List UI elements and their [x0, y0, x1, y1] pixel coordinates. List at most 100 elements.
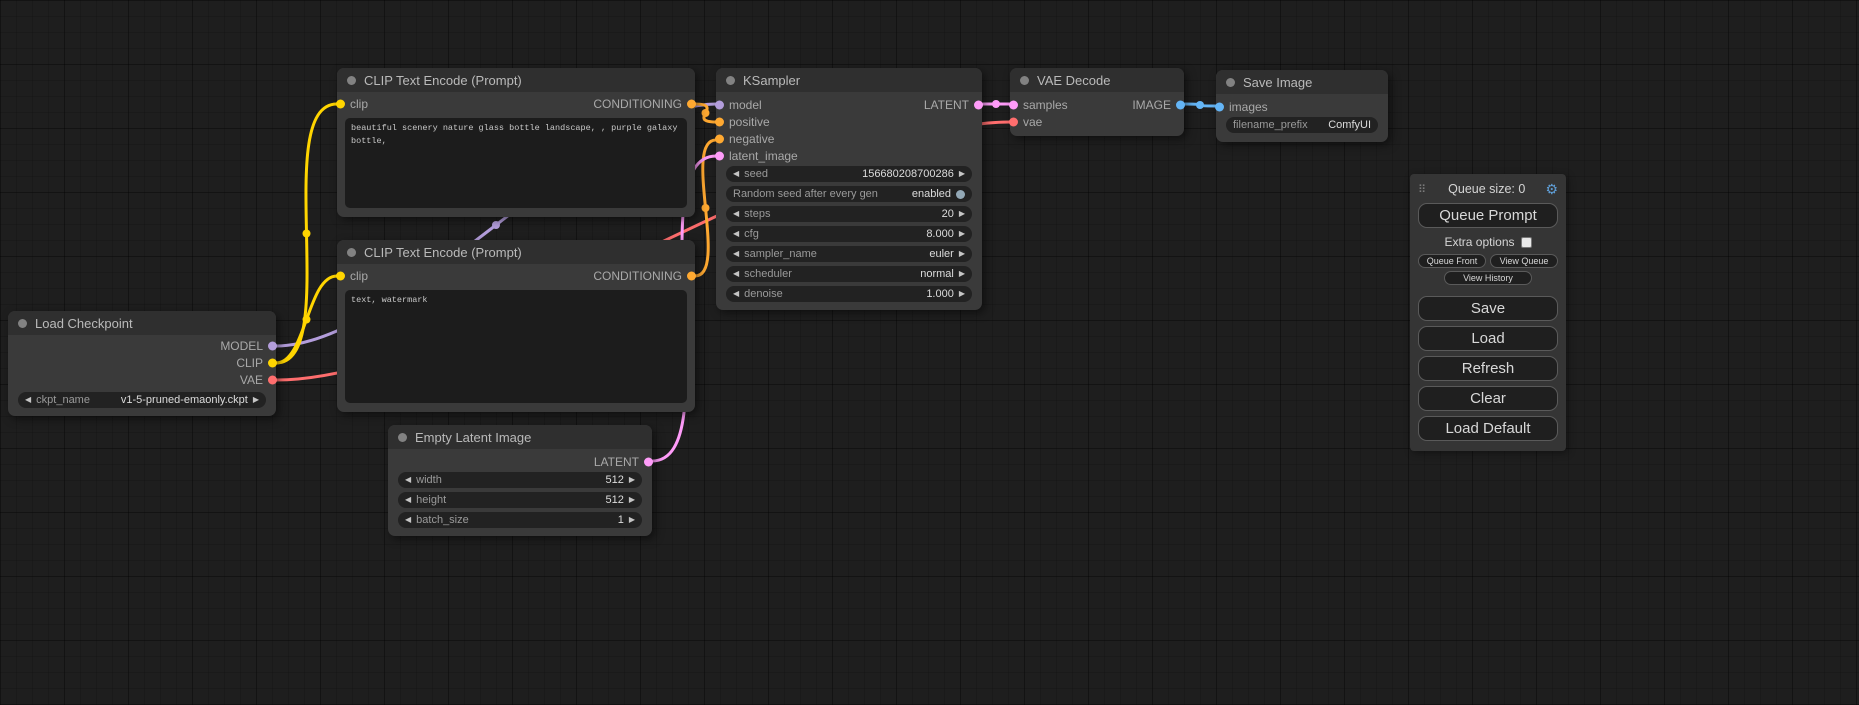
widget-width[interactable]: ◀ width 512 ▶ [398, 472, 642, 488]
collapse-dot-icon[interactable] [347, 248, 356, 257]
input-slot-latent-image[interactable] [715, 151, 724, 160]
node-ksampler[interactable]: KSampler model LATENT positive negative … [716, 68, 982, 310]
input-slot-positive[interactable] [715, 117, 724, 126]
load-default-button[interactable]: Load Default [1418, 416, 1558, 441]
increment-arrow-icon[interactable]: ▶ [629, 516, 635, 524]
widget-cfg[interactable]: ◀ cfg 8.000 ▶ [726, 226, 972, 242]
settings-gear-icon[interactable]: ⚙ [1545, 181, 1558, 198]
input-label-samples: samples [1023, 98, 1068, 112]
input-slot-clip[interactable] [336, 100, 345, 109]
queue-prompt-button[interactable]: Queue Prompt [1418, 203, 1558, 228]
node-titlebar[interactable]: Load Checkpoint [8, 311, 276, 335]
increment-arrow-icon[interactable]: ▶ [959, 270, 965, 278]
prompt-textarea[interactable]: beautiful scenery nature glass bottle la… [345, 118, 687, 208]
widget-denoise[interactable]: ◀ denoise 1.000 ▶ [726, 286, 972, 302]
widget-seed[interactable]: ◀ seed 156680208700286 ▶ [726, 166, 972, 182]
output-slot-conditioning[interactable] [687, 272, 696, 281]
decrement-arrow-icon[interactable]: ◀ [405, 496, 411, 504]
node-titlebar[interactable]: CLIP Text Encode (Prompt) [337, 240, 695, 264]
output-slot-latent[interactable] [644, 457, 653, 466]
view-queue-button[interactable]: View Queue [1490, 254, 1558, 268]
node-vae-decode[interactable]: VAE Decode samples IMAGE vae [1010, 68, 1184, 136]
input-slot-clip[interactable] [336, 272, 345, 281]
view-history-button[interactable]: View History [1444, 271, 1532, 285]
widget-name: steps [744, 208, 770, 220]
increment-arrow-icon[interactable]: ▶ [959, 170, 965, 178]
widget-filename-prefix[interactable]: filename_prefix ComfyUI [1226, 117, 1378, 133]
increment-arrow-icon[interactable]: ▶ [959, 230, 965, 238]
node-save-image[interactable]: Save Image images filename_prefix ComfyU… [1216, 70, 1388, 142]
output-slot-vae[interactable] [268, 375, 277, 384]
widget-ckpt-name[interactable]: ◀ ckpt_name v1-5-pruned-emaonly.ckpt ▶ [18, 392, 266, 408]
output-label-vae: VAE [240, 373, 263, 387]
node-clip-text-encode-negative[interactable]: CLIP Text Encode (Prompt) clip CONDITION… [337, 240, 695, 412]
toggle-dot-icon[interactable] [956, 190, 965, 199]
queue-front-button[interactable]: Queue Front [1418, 254, 1486, 268]
input-label-negative: negative [729, 132, 774, 146]
collapse-dot-icon[interactable] [347, 76, 356, 85]
increment-arrow-icon[interactable]: ▶ [959, 290, 965, 298]
decrement-arrow-icon[interactable]: ◀ [733, 250, 739, 258]
widget-value: 20 [942, 208, 954, 220]
increment-arrow-icon[interactable]: ▶ [959, 210, 965, 218]
collapse-dot-icon[interactable] [1020, 76, 1029, 85]
widget-name: batch_size [416, 514, 469, 526]
prompt-textarea[interactable]: text, watermark [345, 290, 687, 403]
output-slot-conditioning[interactable] [687, 100, 696, 109]
input-slot-samples[interactable] [1009, 100, 1018, 109]
refresh-button[interactable]: Refresh [1418, 356, 1558, 381]
input-label-latent-image: latent_image [729, 149, 798, 163]
decrement-arrow-icon[interactable]: ◀ [405, 476, 411, 484]
drag-handle-icon[interactable]: ⠿ [1418, 183, 1426, 196]
collapse-dot-icon[interactable] [18, 319, 27, 328]
widget-value: 156680208700286 [862, 168, 954, 180]
load-button[interactable]: Load [1418, 326, 1558, 351]
widget-random-seed-toggle[interactable]: Random seed after every gen enabled [726, 186, 972, 202]
decrement-arrow-icon[interactable]: ◀ [733, 270, 739, 278]
decrement-arrow-icon[interactable]: ◀ [733, 210, 739, 218]
decrement-arrow-icon[interactable]: ◀ [733, 290, 739, 298]
node-titlebar[interactable]: CLIP Text Encode (Prompt) [337, 68, 695, 92]
node-empty-latent-image[interactable]: Empty Latent Image LATENT ◀ width 512 ▶ … [388, 425, 652, 536]
node-title: Save Image [1243, 75, 1312, 90]
widget-steps[interactable]: ◀ steps 20 ▶ [726, 206, 972, 222]
output-slot-latent[interactable] [974, 100, 983, 109]
node-titlebar[interactable]: VAE Decode [1010, 68, 1184, 92]
increment-arrow-icon[interactable]: ▶ [253, 396, 259, 404]
collapse-dot-icon[interactable] [726, 76, 735, 85]
input-label-model: model [729, 98, 762, 112]
clear-button[interactable]: Clear [1418, 386, 1558, 411]
queue-size-label: Queue size: 0 [1430, 182, 1543, 196]
input-slot-negative[interactable] [715, 134, 724, 143]
output-slot-clip[interactable] [268, 358, 277, 367]
widget-value: ComfyUI [1328, 119, 1371, 131]
decrement-arrow-icon[interactable]: ◀ [733, 170, 739, 178]
node-titlebar[interactable]: Empty Latent Image [388, 425, 652, 449]
collapse-dot-icon[interactable] [398, 433, 407, 442]
increment-arrow-icon[interactable]: ▶ [629, 496, 635, 504]
increment-arrow-icon[interactable]: ▶ [959, 250, 965, 258]
decrement-arrow-icon[interactable]: ◀ [405, 516, 411, 524]
node-load-checkpoint[interactable]: Load Checkpoint MODEL CLIP VAE ◀ ckpt_na… [8, 311, 276, 416]
widget-height[interactable]: ◀ height 512 ▶ [398, 492, 642, 508]
increment-arrow-icon[interactable]: ▶ [629, 476, 635, 484]
input-slot-images[interactable] [1215, 102, 1224, 111]
decrement-arrow-icon[interactable]: ◀ [733, 230, 739, 238]
save-button[interactable]: Save [1418, 296, 1558, 321]
input-slot-vae[interactable] [1009, 117, 1018, 126]
input-slot-model[interactable] [715, 100, 724, 109]
decrement-arrow-icon[interactable]: ◀ [25, 396, 31, 404]
collapse-dot-icon[interactable] [1226, 78, 1235, 87]
node-titlebar[interactable]: KSampler [716, 68, 982, 92]
widget-value: euler [929, 248, 953, 260]
output-slot-model[interactable] [268, 341, 277, 350]
widget-name: scheduler [744, 268, 792, 280]
output-label-conditioning: CONDITIONING [593, 97, 682, 111]
widget-sampler-name[interactable]: ◀ sampler_name euler ▶ [726, 246, 972, 262]
node-clip-text-encode-positive[interactable]: CLIP Text Encode (Prompt) clip CONDITION… [337, 68, 695, 217]
output-slot-image[interactable] [1176, 100, 1185, 109]
node-titlebar[interactable]: Save Image [1216, 70, 1388, 94]
widget-batch-size[interactable]: ◀ batch_size 1 ▶ [398, 512, 642, 528]
widget-scheduler[interactable]: ◀ scheduler normal ▶ [726, 266, 972, 282]
extra-options-checkbox[interactable] [1521, 237, 1532, 248]
